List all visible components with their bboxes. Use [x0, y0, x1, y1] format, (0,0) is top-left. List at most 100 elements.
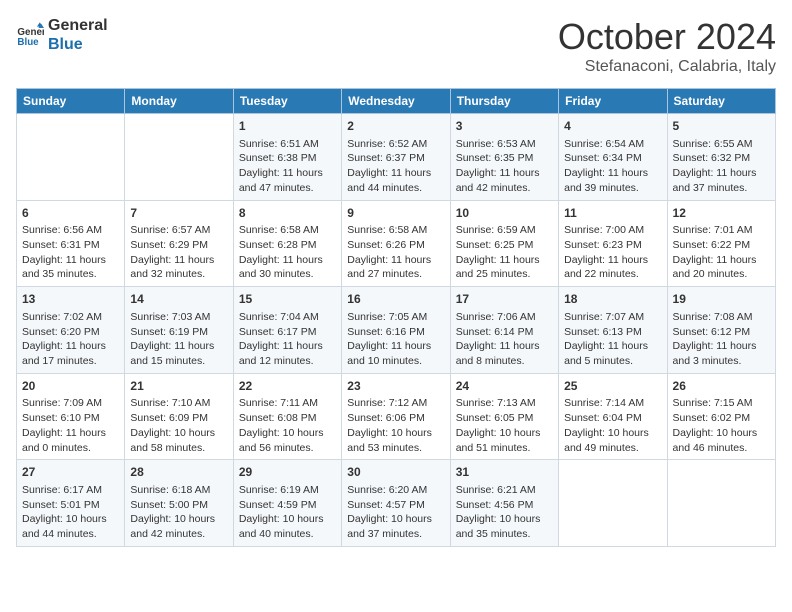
cell-content: Sunrise: 6:20 AM Sunset: 4:57 PM Dayligh…: [347, 483, 444, 542]
calendar-cell: 16 Sunrise: 7:05 AM Sunset: 6:16 PM Dayli…: [342, 287, 450, 374]
calendar-cell: 18 Sunrise: 7:07 AM Sunset: 6:13 PM Dayli…: [559, 287, 667, 374]
calendar-cell: 22Sunrise: 7:11 AM Sunset: 6:08 PM Dayli…: [233, 373, 341, 460]
logo-general: General: [48, 16, 108, 35]
day-number: 15: [239, 291, 336, 308]
calendar-cell: [667, 460, 775, 547]
cell-content: Sunrise: 7:09 AM Sunset: 6:10 PM Dayligh…: [22, 396, 119, 455]
cell-content: Sunrise: 6:18 AM Sunset: 5:00 PM Dayligh…: [130, 483, 227, 542]
day-number: 29: [239, 464, 336, 481]
calendar-cell: [125, 114, 233, 201]
calendar-cell: 28Sunrise: 6:18 AM Sunset: 5:00 PM Dayli…: [125, 460, 233, 547]
calendar-cell: 17Sunrise: 7:06 AM Sunset: 6:14 PM Dayli…: [450, 287, 558, 374]
calendar-cell: 20Sunrise: 7:09 AM Sunset: 6:10 PM Dayli…: [17, 373, 125, 460]
calendar-cell: 9Sunrise: 6:58 AM Sunset: 6:26 PM Daylig…: [342, 200, 450, 287]
calendar-cell: 10Sunrise: 6:59 AM Sunset: 6:25 PM Dayli…: [450, 200, 558, 287]
calendar-cell: 5 Sunrise: 6:55 AM Sunset: 6:32 PM Daylig…: [667, 114, 775, 201]
day-number: 11: [564, 205, 661, 222]
location-subtitle: Stefanaconi, Calabria, Italy: [558, 58, 776, 76]
calendar-cell: 21Sunrise: 7:10 AM Sunset: 6:09 PM Dayli…: [125, 373, 233, 460]
day-number: 3: [456, 118, 553, 135]
calendar-table: SundayMondayTuesdayWednesdayThursdayFrid…: [16, 88, 776, 547]
cell-content: Sunrise: 6:19 AM Sunset: 4:59 PM Dayligh…: [239, 483, 336, 542]
calendar-cell: 12Sunrise: 7:01 AM Sunset: 6:22 PM Dayli…: [667, 200, 775, 287]
column-header-thursday: Thursday: [450, 89, 558, 114]
cell-content: Sunrise: 6:58 AM Sunset: 6:26 PM Dayligh…: [347, 223, 444, 282]
cell-content: Sunrise: 7:13 AM Sunset: 6:05 PM Dayligh…: [456, 396, 553, 455]
column-header-tuesday: Tuesday: [233, 89, 341, 114]
calendar-cell: 31Sunrise: 6:21 AM Sunset: 4:56 PM Dayli…: [450, 460, 558, 547]
day-number: 5: [673, 118, 770, 135]
day-number: 17: [456, 291, 553, 308]
column-header-friday: Friday: [559, 89, 667, 114]
cell-content: Sunrise: 6:55 AM Sunset: 6:32 PM Dayligh…: [673, 137, 770, 196]
cell-content: Sunrise: 6:59 AM Sunset: 6:25 PM Dayligh…: [456, 223, 553, 282]
day-number: 12: [673, 205, 770, 222]
cell-content: Sunrise: 6:54 AM Sunset: 6:34 PM Dayligh…: [564, 137, 661, 196]
cell-content: Sunrise: 7:14 AM Sunset: 6:04 PM Dayligh…: [564, 396, 661, 455]
calendar-cell: 30 Sunrise: 6:20 AM Sunset: 4:57 PM Dayli…: [342, 460, 450, 547]
day-number: 26: [673, 378, 770, 395]
cell-content: Sunrise: 7:11 AM Sunset: 6:08 PM Dayligh…: [239, 396, 336, 455]
calendar-cell: 8Sunrise: 6:58 AM Sunset: 6:28 PM Daylig…: [233, 200, 341, 287]
calendar-cell: 29 Sunrise: 6:19 AM Sunset: 4:59 PM Dayli…: [233, 460, 341, 547]
cell-content: Sunrise: 6:53 AM Sunset: 6:35 PM Dayligh…: [456, 137, 553, 196]
cell-content: Sunrise: 6:58 AM Sunset: 6:28 PM Dayligh…: [239, 223, 336, 282]
cell-content: Sunrise: 7:00 AM Sunset: 6:23 PM Dayligh…: [564, 223, 661, 282]
cell-content: Sunrise: 6:52 AM Sunset: 6:37 PM Dayligh…: [347, 137, 444, 196]
page-header: General Blue General Blue October 2024 S…: [16, 16, 776, 76]
day-number: 27: [22, 464, 119, 481]
calendar-cell: 7Sunrise: 6:57 AM Sunset: 6:29 PM Daylig…: [125, 200, 233, 287]
calendar-cell: 25Sunrise: 7:14 AM Sunset: 6:04 PM Dayli…: [559, 373, 667, 460]
logo: General Blue General Blue: [16, 16, 108, 54]
day-number: 20: [22, 378, 119, 395]
day-number: 1: [239, 118, 336, 135]
cell-content: Sunrise: 7:08 AM Sunset: 6:12 PM Dayligh…: [673, 310, 770, 369]
calendar-cell: 4 Sunrise: 6:54 AM Sunset: 6:34 PM Daylig…: [559, 114, 667, 201]
calendar-cell: 6Sunrise: 6:56 AM Sunset: 6:31 PM Daylig…: [17, 200, 125, 287]
month-title: October 2024: [558, 16, 776, 58]
day-number: 4: [564, 118, 661, 135]
cell-content: Sunrise: 7:04 AM Sunset: 6:17 PM Dayligh…: [239, 310, 336, 369]
cell-content: Sunrise: 7:15 AM Sunset: 6:02 PM Dayligh…: [673, 396, 770, 455]
day-number: 30: [347, 464, 444, 481]
title-block: October 2024 Stefanaconi, Calabria, Ital…: [558, 16, 776, 76]
cell-content: Sunrise: 6:17 AM Sunset: 5:01 PM Dayligh…: [22, 483, 119, 542]
calendar-cell: 23Sunrise: 7:12 AM Sunset: 6:06 PM Dayli…: [342, 373, 450, 460]
calendar-week-row: 6Sunrise: 6:56 AM Sunset: 6:31 PM Daylig…: [17, 200, 776, 287]
day-number: 8: [239, 205, 336, 222]
calendar-week-row: 1 Sunrise: 6:51 AM Sunset: 6:38 PM Daylig…: [17, 114, 776, 201]
day-number: 19: [673, 291, 770, 308]
cell-content: Sunrise: 7:07 AM Sunset: 6:13 PM Dayligh…: [564, 310, 661, 369]
calendar-cell: 14Sunrise: 7:03 AM Sunset: 6:19 PM Dayli…: [125, 287, 233, 374]
cell-content: Sunrise: 6:51 AM Sunset: 6:38 PM Dayligh…: [239, 137, 336, 196]
day-number: 25: [564, 378, 661, 395]
calendar-cell: 3 Sunrise: 6:53 AM Sunset: 6:35 PM Daylig…: [450, 114, 558, 201]
cell-content: Sunrise: 7:03 AM Sunset: 6:19 PM Dayligh…: [130, 310, 227, 369]
day-number: 16: [347, 291, 444, 308]
day-number: 23: [347, 378, 444, 395]
calendar-week-row: 13 Sunrise: 7:02 AM Sunset: 6:20 PM Dayli…: [17, 287, 776, 374]
day-number: 18: [564, 291, 661, 308]
column-header-saturday: Saturday: [667, 89, 775, 114]
cell-content: Sunrise: 7:02 AM Sunset: 6:20 PM Dayligh…: [22, 310, 119, 369]
calendar-cell: 19 Sunrise: 7:08 AM Sunset: 6:12 PM Dayli…: [667, 287, 775, 374]
calendar-cell: 15 Sunrise: 7:04 AM Sunset: 6:17 PM Dayli…: [233, 287, 341, 374]
calendar-cell: 27 Sunrise: 6:17 AM Sunset: 5:01 PM Dayli…: [17, 460, 125, 547]
calendar-cell: 1 Sunrise: 6:51 AM Sunset: 6:38 PM Daylig…: [233, 114, 341, 201]
column-header-sunday: Sunday: [17, 89, 125, 114]
calendar-cell: [559, 460, 667, 547]
day-number: 13: [22, 291, 119, 308]
calendar-week-row: 20Sunrise: 7:09 AM Sunset: 6:10 PM Dayli…: [17, 373, 776, 460]
day-number: 22: [239, 378, 336, 395]
column-header-wednesday: Wednesday: [342, 89, 450, 114]
calendar-cell: 26Sunrise: 7:15 AM Sunset: 6:02 PM Dayli…: [667, 373, 775, 460]
day-number: 9: [347, 205, 444, 222]
day-number: 2: [347, 118, 444, 135]
day-number: 24: [456, 378, 553, 395]
cell-content: Sunrise: 7:05 AM Sunset: 6:16 PM Dayligh…: [347, 310, 444, 369]
cell-content: Sunrise: 7:10 AM Sunset: 6:09 PM Dayligh…: [130, 396, 227, 455]
cell-content: Sunrise: 7:01 AM Sunset: 6:22 PM Dayligh…: [673, 223, 770, 282]
calendar-cell: 11Sunrise: 7:00 AM Sunset: 6:23 PM Dayli…: [559, 200, 667, 287]
cell-content: Sunrise: 6:56 AM Sunset: 6:31 PM Dayligh…: [22, 223, 119, 282]
calendar-cell: 13 Sunrise: 7:02 AM Sunset: 6:20 PM Dayli…: [17, 287, 125, 374]
